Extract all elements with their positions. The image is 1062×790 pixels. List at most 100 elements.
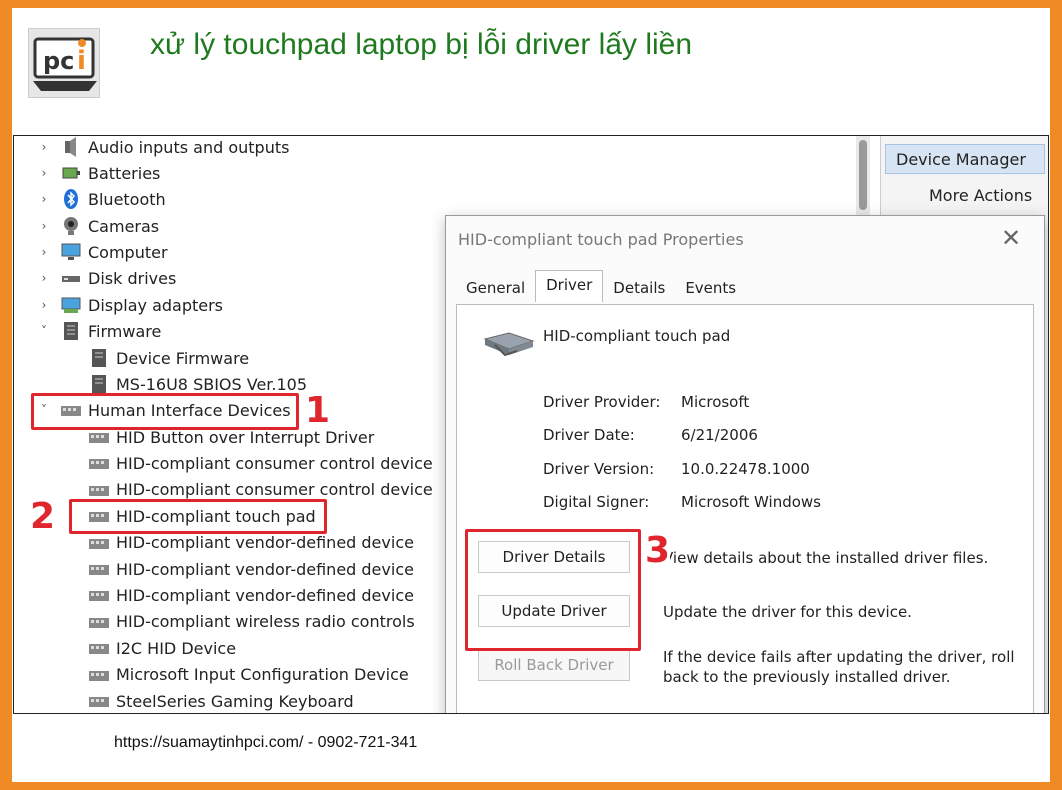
chevron-right-icon[interactable]: › xyxy=(36,192,52,206)
firmware-icon xyxy=(88,374,110,394)
highlight-box-step2 xyxy=(69,499,327,534)
tree-item-label: Audio inputs and outputs xyxy=(88,137,290,157)
chevron-down-icon[interactable]: ˅ xyxy=(36,324,52,338)
tree-item-label: Batteries xyxy=(88,163,161,183)
field-label-version: Driver Version: xyxy=(543,460,655,478)
field-value-version: 10.0.22478.1000 xyxy=(681,460,810,478)
tree-item-display-adapters[interactable]: › Display adapters xyxy=(36,292,223,318)
chevron-right-icon[interactable]: › xyxy=(36,271,52,285)
monitor-icon xyxy=(60,242,82,262)
speaker-icon xyxy=(60,137,82,157)
tree-item-computer[interactable]: › Computer xyxy=(36,239,168,265)
tree-item-audio[interactable]: › Audio inputs and outputs xyxy=(36,136,290,160)
firmware-icon xyxy=(60,321,82,341)
field-value-date: 6/21/2006 xyxy=(681,426,758,444)
more-actions-link[interactable]: More Actions xyxy=(929,186,1032,205)
chevron-right-icon[interactable]: › xyxy=(36,219,52,233)
chevron-right-icon[interactable]: › xyxy=(36,140,52,154)
touchpad-icon xyxy=(481,325,537,365)
pci-logo: pc i xyxy=(28,28,100,98)
hid-icon xyxy=(88,427,110,447)
tree-item-label: SteelSeries Gaming Keyboard xyxy=(116,691,354,711)
tree-item-label: HID-compliant vendor-defined device xyxy=(116,533,414,553)
tree-child-hid-device[interactable]: I2C HID Device xyxy=(88,635,236,661)
tree-item-label: HID-compliant vendor-defined device xyxy=(116,559,414,579)
tree-item-label: HID-compliant vendor-defined device xyxy=(116,585,414,605)
field-value-signer: Microsoft Windows xyxy=(681,493,821,511)
device-name: HID-compliant touch pad xyxy=(543,327,731,345)
disk-icon xyxy=(60,268,82,288)
tree-child-device-firmware[interactable]: Device Firmware xyxy=(88,345,249,371)
tree-item-label: HID-compliant consumer control device xyxy=(116,480,433,500)
tree-item-label: HID-compliant consumer control device xyxy=(116,453,433,473)
highlight-box-step3 xyxy=(465,529,641,651)
chevron-right-icon[interactable]: › xyxy=(36,245,52,259)
tree-item-label: HID Button over Interrupt Driver xyxy=(116,427,375,447)
tree-item-firmware[interactable]: ˅ Firmware xyxy=(36,318,161,344)
driver-details-description: View details about the installed driver … xyxy=(663,549,989,567)
field-label-date: Driver Date: xyxy=(543,426,635,444)
properties-dialog: HID-compliant touch pad Properties ✕ Gen… xyxy=(445,215,1045,713)
tree-item-label: I2C HID Device xyxy=(116,638,237,658)
step-number-2: 2 xyxy=(30,496,56,537)
tree-item-disk-drives[interactable]: › Disk drives xyxy=(36,265,177,291)
hid-icon xyxy=(88,612,110,632)
display-adapter-icon xyxy=(60,295,82,315)
roll-back-description-line1: If the device fails after updating the d… xyxy=(663,648,1015,666)
hid-icon xyxy=(88,665,110,685)
chevron-right-icon[interactable]: › xyxy=(36,298,52,312)
tree-item-bluetooth[interactable]: › Bluetooth xyxy=(36,186,166,212)
tree-child-hid-device[interactable]: HID-compliant wireless radio controls xyxy=(88,609,415,635)
tab-events[interactable]: Events xyxy=(675,274,746,302)
field-value-provider: Microsoft xyxy=(681,393,750,411)
tab-driver[interactable]: Driver xyxy=(535,270,604,302)
tree-item-label: HID-compliant wireless radio controls xyxy=(116,612,415,632)
tree-item-label: Cameras xyxy=(88,216,160,236)
tree-child-hid-device[interactable]: Microsoft Input Configuration Device xyxy=(88,662,409,688)
tree-item-label: Firmware xyxy=(88,321,162,341)
svg-text:i: i xyxy=(77,46,86,76)
tree-item-label: Display adapters xyxy=(88,295,224,315)
hid-icon xyxy=(88,533,110,553)
hid-icon xyxy=(88,691,110,711)
firmware-icon xyxy=(88,348,110,368)
tab-general[interactable]: General xyxy=(456,274,535,302)
camera-icon xyxy=(60,216,82,236)
actions-header[interactable]: Device Manager xyxy=(885,144,1045,174)
field-label-signer: Digital Signer: xyxy=(543,493,650,511)
tree-item-label: Bluetooth xyxy=(88,189,166,209)
page-title: xử lý touchpad laptop bị lỗi driver lấy … xyxy=(150,28,693,61)
tree-item-label: Microsoft Input Configuration Device xyxy=(116,665,409,685)
dialog-title: HID-compliant touch pad Properties xyxy=(458,230,744,249)
dialog-tabs: General Driver Details Events xyxy=(456,270,746,302)
chevron-right-icon[interactable]: › xyxy=(36,166,52,180)
page-card: pc i xử lý touchpad laptop bị lỗi driver… xyxy=(12,8,1050,782)
field-label-provider: Driver Provider: xyxy=(543,393,661,411)
tree-item-cameras[interactable]: › Cameras xyxy=(36,213,160,239)
footer-contact: https://suamaytinhpci.com/ - 0902-721-34… xyxy=(114,734,418,751)
device-manager-screenshot: › Audio inputs and outputs › Batteries ›… xyxy=(13,135,1049,714)
update-driver-description: Update the driver for this device. xyxy=(663,603,912,621)
hid-icon xyxy=(88,559,110,579)
scrollbar-thumb[interactable] xyxy=(859,140,867,210)
tree-child-hid-device[interactable]: SteelSeries Gaming Keyboard xyxy=(88,688,354,713)
tab-details[interactable]: Details xyxy=(603,274,675,302)
tree-item-label: Disk drives xyxy=(88,268,177,288)
tree-item-batteries[interactable]: › Batteries xyxy=(36,160,161,186)
tree-child-hid-device[interactable]: HID-compliant consumer control device xyxy=(88,450,433,476)
hid-icon xyxy=(88,480,110,500)
step-number-3: 3 xyxy=(645,530,671,571)
tree-child-hid-device[interactable]: HID-compliant vendor-defined device xyxy=(88,582,414,608)
tree-child-hid-device[interactable]: HID Button over Interrupt Driver xyxy=(88,424,374,450)
tree-child-hid-device[interactable]: HID-compliant vendor-defined device xyxy=(88,556,414,582)
device-tree: › Audio inputs and outputs › Batteries ›… xyxy=(14,136,444,713)
bluetooth-icon xyxy=(60,189,82,209)
hid-icon xyxy=(88,453,110,473)
svg-text:pc: pc xyxy=(43,47,74,75)
hid-icon xyxy=(88,585,110,605)
tree-item-label: MS-16U8 SBIOS Ver.105 xyxy=(116,374,308,394)
close-icon[interactable]: ✕ xyxy=(996,224,1026,254)
tree-item-label: Device Firmware xyxy=(116,348,250,368)
hid-icon xyxy=(88,638,110,658)
battery-icon xyxy=(60,163,82,183)
